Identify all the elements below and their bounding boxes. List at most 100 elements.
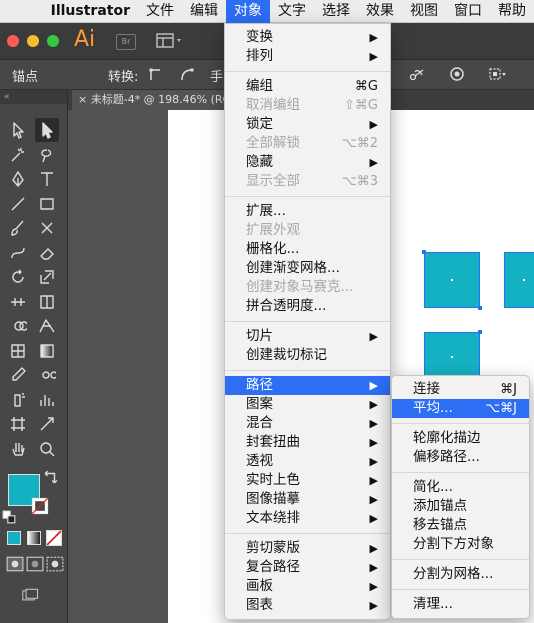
object-menu-item[interactable]: 复合路径 ▶ <box>225 558 390 577</box>
object-menu-item[interactable]: 拼合透明度... <box>225 297 390 316</box>
convert-smooth-icon[interactable] <box>178 66 196 84</box>
shape-builder-tool-icon[interactable] <box>6 314 30 338</box>
none-mode-icon[interactable] <box>46 530 62 546</box>
column-graph-tool-icon[interactable] <box>35 388 59 412</box>
anchor-point[interactable] <box>478 330 482 334</box>
object-menu-item[interactable]: 剪切蒙版 ▶ <box>225 539 390 558</box>
path-menu-item[interactable]: 清理... <box>392 595 529 614</box>
line-segment-tool-icon[interactable] <box>6 192 30 216</box>
menu-illustrator[interactable]: Illustrator <box>43 0 138 23</box>
object-menu-item[interactable]: 锁定 ▶ <box>225 115 390 134</box>
path-menu-item[interactable]: 简化... <box>392 478 529 497</box>
draw-inside-icon[interactable] <box>46 556 64 572</box>
object-menu-item[interactable]: 切片 ▶ <box>225 327 390 346</box>
object-menu-item-label: 混合 <box>246 415 273 431</box>
stroke-swatch[interactable] <box>24 490 56 522</box>
direct-selection-tool-icon[interactable] <box>35 118 59 142</box>
perspective-grid-tool-icon[interactable] <box>35 314 59 338</box>
gradient-tool-icon[interactable] <box>35 339 59 363</box>
anchor-point[interactable] <box>422 250 426 254</box>
eyedropper-tool-icon[interactable] <box>6 363 30 387</box>
menu-file[interactable]: 文件 <box>138 0 182 23</box>
artboard-tool-icon[interactable] <box>6 412 30 436</box>
cyan-square-2[interactable] <box>504 252 534 308</box>
menu-type[interactable]: 文字 <box>270 0 314 23</box>
default-colors-icon[interactable] <box>2 510 16 524</box>
slice-tool-icon[interactable] <box>35 412 59 436</box>
anchor-point[interactable] <box>478 306 482 310</box>
width-tool-icon[interactable] <box>6 290 30 314</box>
workspace-layout-icon[interactable] <box>156 32 184 50</box>
paintbrush-tool-icon[interactable] <box>6 216 30 240</box>
free-transform-tool-icon[interactable] <box>35 290 59 314</box>
object-menu-item[interactable]: 创建渐变网格... <box>225 259 390 278</box>
object-menu-item[interactable]: 扩展... <box>225 202 390 221</box>
zoom-window-button[interactable] <box>47 35 59 47</box>
pen-tool-icon[interactable] <box>6 167 30 191</box>
draw-behind-icon[interactable] <box>26 556 44 572</box>
close-tab-icon[interactable]: × <box>78 93 91 106</box>
mesh-tool-icon[interactable] <box>6 339 30 363</box>
eraser-tool-icon[interactable] <box>35 241 59 265</box>
object-menu-item[interactable]: 实时上色 ▶ <box>225 471 390 490</box>
path-menu-item[interactable]: 移去锚点 <box>392 516 529 535</box>
object-menu-item[interactable]: 栅格化... <box>225 240 390 259</box>
menu-help[interactable]: 帮助 <box>490 0 534 23</box>
tools-panel-collapse-icon[interactable]: « <box>0 90 67 104</box>
color-mode-icon[interactable] <box>6 530 22 546</box>
menu-effect[interactable]: 效果 <box>358 0 402 23</box>
menu-view[interactable]: 视图 <box>402 0 446 23</box>
align-options-icon[interactable] <box>488 66 506 84</box>
object-menu-item[interactable]: 变换 ▶ <box>225 28 390 47</box>
gradient-mode-icon[interactable] <box>26 530 42 546</box>
menu-select[interactable]: 选择 <box>314 0 358 23</box>
object-menu-item[interactable]: 图像描摹 ▶ <box>225 490 390 509</box>
cut-path-icon[interactable] <box>408 66 426 84</box>
symbol-sprayer-tool-icon[interactable] <box>6 388 30 412</box>
rotate-tool-icon[interactable] <box>6 265 30 289</box>
object-menu-item[interactable]: 图案 ▶ <box>225 395 390 414</box>
shortcut-label: ⌥⌘2 <box>341 136 378 151</box>
object-menu-item[interactable]: 编组 ⌘G <box>225 77 390 96</box>
blend-tool-icon[interactable] <box>35 363 59 387</box>
zoom-tool-icon[interactable] <box>35 437 59 461</box>
object-menu-item[interactable]: 创建裁切标记 <box>225 346 390 365</box>
scissors-tool-icon[interactable] <box>35 216 59 240</box>
scale-tool-icon[interactable] <box>35 265 59 289</box>
object-menu-item[interactable]: 混合 ▶ <box>225 414 390 433</box>
lasso-tool-icon[interactable] <box>35 143 59 167</box>
close-window-button[interactable] <box>7 35 19 47</box>
path-menu-item[interactable]: 分割为网格... <box>392 565 529 584</box>
menu-edit[interactable]: 编辑 <box>182 0 226 23</box>
swap-fill-stroke-icon[interactable] <box>44 470 58 484</box>
convert-corner-icon[interactable] <box>147 66 165 84</box>
path-menu-item[interactable]: 轮廓化描边 <box>392 429 529 448</box>
magic-wand-tool-icon[interactable] <box>6 143 30 167</box>
path-menu-item[interactable]: 偏移路径... <box>392 448 529 467</box>
isolate-icon[interactable] <box>448 66 466 84</box>
cyan-square-1[interactable] <box>424 252 480 308</box>
type-tool-icon[interactable] <box>35 167 59 191</box>
hand-tool-icon[interactable] <box>6 437 30 461</box>
object-menu-item[interactable]: 图表 ▶ <box>225 596 390 615</box>
shaper-tool-icon[interactable] <box>6 241 30 265</box>
object-menu-item[interactable]: 隐藏 ▶ <box>225 153 390 172</box>
menu-object[interactable]: 对象 <box>226 0 270 23</box>
screen-mode-icon[interactable] <box>18 586 44 604</box>
object-menu-item[interactable]: 透视 ▶ <box>225 452 390 471</box>
object-menu-item[interactable]: 封套扭曲 ▶ <box>225 433 390 452</box>
menu-window[interactable]: 窗口 <box>446 0 490 23</box>
path-menu-item[interactable]: 添加锚点 <box>392 497 529 516</box>
bridge-button[interactable]: Br <box>116 34 136 50</box>
path-menu-item[interactable]: 连接 ⌘J <box>392 380 529 399</box>
draw-normal-icon[interactable] <box>6 556 24 572</box>
object-menu-item[interactable]: 路径 ▶ <box>225 376 390 395</box>
rectangle-tool-icon[interactable] <box>35 192 59 216</box>
object-menu-item[interactable]: 排列 ▶ <box>225 47 390 66</box>
minimize-window-button[interactable] <box>27 35 39 47</box>
object-menu-item[interactable]: 文本绕排 ▶ <box>225 509 390 528</box>
object-menu-item[interactable]: 画板 ▶ <box>225 577 390 596</box>
path-menu-item[interactable]: 分割下方对象 <box>392 535 529 554</box>
selection-tool-icon[interactable] <box>6 118 30 142</box>
path-menu-item[interactable]: 平均... ⌥⌘J <box>392 399 529 418</box>
